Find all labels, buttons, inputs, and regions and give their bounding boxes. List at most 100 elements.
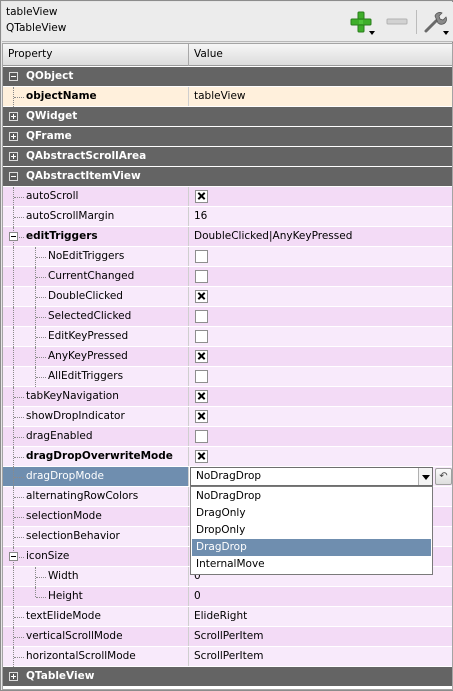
checkbox[interactable]: [195, 370, 208, 383]
property-value-cell[interactable]: [190, 247, 452, 266]
property-value-cell[interactable]: [190, 387, 452, 406]
column-header-property[interactable]: Property: [3, 44, 189, 66]
tree-line: [14, 657, 24, 658]
table-header: Property Value: [3, 44, 452, 66]
checkbox[interactable]: [195, 330, 208, 343]
checkbox[interactable]: [195, 450, 208, 463]
dropdown-option-dragdrop[interactable]: DragDrop: [192, 539, 431, 556]
column-header-value[interactable]: Value: [189, 44, 452, 66]
property-value-cell[interactable]: [190, 347, 452, 366]
group-row-qabstractitemview[interactable]: QAbstractItemView: [3, 167, 452, 187]
group-label: QWidget: [26, 110, 78, 122]
add-dynamic-property-button[interactable]: [346, 8, 376, 36]
dropdown-option-nodragdrop[interactable]: NoDragDrop: [192, 488, 431, 505]
property-row-showdropindicator[interactable]: showDropIndicator: [3, 407, 452, 427]
checkbox[interactable]: [195, 390, 208, 403]
property-value-cell[interactable]: [190, 407, 452, 426]
checkbox[interactable]: [195, 310, 208, 323]
property-name-cell: Width: [3, 567, 189, 587]
property-value-cell[interactable]: tableView: [190, 87, 452, 106]
property-row-dragenabled[interactable]: dragEnabled: [3, 427, 452, 447]
property-row-height[interactable]: Height 0: [3, 587, 452, 607]
property-value-cell[interactable]: [190, 447, 452, 466]
expand-icon[interactable]: [9, 132, 18, 141]
property-value-cell[interactable]: [190, 267, 452, 286]
property-row-autoscroll[interactable]: autoScroll: [3, 187, 452, 207]
tree-line: [13, 567, 14, 587]
tree-line: [36, 277, 46, 278]
checkbox[interactable]: [195, 270, 208, 283]
checkbox[interactable]: [195, 190, 208, 203]
chevron-down-icon: [369, 31, 375, 35]
expand-icon[interactable]: [9, 152, 18, 161]
property-name-cell: CurrentChanged: [3, 267, 189, 287]
property-row-alledittriggers[interactable]: AllEditTriggers: [3, 367, 452, 387]
chevron-down-icon[interactable]: [418, 468, 432, 485]
property-value: DoubleClicked|AnyKeyPressed: [194, 230, 353, 242]
property-row-doubleclicked[interactable]: DoubleClicked: [3, 287, 452, 307]
property-label: AllEditTriggers: [48, 370, 124, 382]
property-label: verticalScrollMode: [26, 630, 123, 642]
group-row-qobject[interactable]: QObject: [3, 67, 452, 87]
toolbar-separator: [416, 10, 417, 34]
property-row-edittriggers[interactable]: editTriggers DoubleClicked|AnyKeyPressed: [3, 227, 452, 247]
tree-line: [14, 457, 24, 458]
checkbox[interactable]: [195, 290, 208, 303]
property-value-cell[interactable]: [190, 427, 452, 446]
property-name-cell: verticalScrollMode: [3, 627, 189, 647]
group-row-qframe[interactable]: QFrame: [3, 127, 452, 147]
property-row-objectname[interactable]: objectName tableView: [3, 87, 452, 107]
checkbox[interactable]: [195, 250, 208, 263]
tree-line: [14, 217, 24, 218]
property-row-selectedclicked[interactable]: SelectedClicked: [3, 307, 452, 327]
property-row-autoscrollmargin[interactable]: autoScrollMargin 16: [3, 207, 452, 227]
dropdown-option-dragonly[interactable]: DragOnly: [192, 505, 431, 522]
tree-line: [14, 197, 24, 198]
expand-icon[interactable]: [9, 112, 18, 121]
property-row-editkeypressed[interactable]: EditKeyPressed: [3, 327, 452, 347]
property-value-cell[interactable]: DoubleClicked|AnyKeyPressed: [190, 227, 452, 246]
property-table[interactable]: Property Value QObject objectName tableVie…: [2, 43, 453, 690]
property-value-cell[interactable]: [190, 367, 452, 386]
group-row-qtableview[interactable]: QTableView: [3, 667, 452, 687]
dropdown-option-internalmove[interactable]: InternalMove: [192, 556, 431, 573]
expand-icon[interactable]: [9, 672, 18, 681]
collapse-icon[interactable]: [9, 232, 18, 241]
drag-drop-mode-combobox[interactable]: NoDragDrop: [190, 467, 433, 486]
checkbox[interactable]: [195, 430, 208, 443]
collapse-icon[interactable]: [9, 172, 18, 181]
configure-button[interactable]: [420, 8, 450, 36]
property-row-dragdropoverwritemode[interactable]: dragDropOverwriteMode: [3, 447, 452, 467]
group-row-qwidget[interactable]: QWidget: [3, 107, 452, 127]
reset-property-button[interactable]: ↶: [435, 468, 452, 485]
checkbox[interactable]: [195, 350, 208, 363]
group-row-qabstractscrollarea[interactable]: QAbstractScrollArea: [3, 147, 452, 167]
property-name-cell: autoScroll: [3, 187, 189, 207]
property-value-cell[interactable]: ElideRight: [190, 607, 452, 626]
remove-dynamic-property-button[interactable]: [384, 8, 410, 36]
property-row-dragdropmode[interactable]: dragDropMode NoDragDrop ↶: [3, 467, 452, 487]
tree-line: [13, 347, 14, 367]
dropdown-option-droponly[interactable]: DropOnly: [192, 522, 431, 539]
tree-line: [36, 357, 46, 358]
property-row-currentchanged[interactable]: CurrentChanged: [3, 267, 452, 287]
property-value-cell[interactable]: [190, 327, 452, 346]
property-value-cell[interactable]: 16: [190, 207, 452, 226]
property-value-cell[interactable]: ScrollPerItem: [190, 647, 452, 666]
property-label: CurrentChanged: [48, 270, 135, 282]
property-value-cell[interactable]: [190, 287, 452, 306]
checkbox[interactable]: [195, 410, 208, 423]
collapse-icon[interactable]: [9, 72, 18, 81]
property-row-textelidemode[interactable]: textElideMode ElideRight: [3, 607, 452, 627]
property-value-cell[interactable]: ScrollPerItem: [190, 627, 452, 646]
property-row-noedittriggers[interactable]: NoEditTriggers: [3, 247, 452, 267]
property-value-cell[interactable]: [190, 307, 452, 326]
collapse-icon[interactable]: [9, 552, 18, 561]
property-row-verticalscrollmode[interactable]: verticalScrollMode ScrollPerItem: [3, 627, 452, 647]
property-value-cell[interactable]: 0: [190, 587, 452, 606]
drag-drop-mode-dropdown-list[interactable]: NoDragDrop DragOnly DropOnly DragDrop Intern…: [190, 486, 433, 575]
property-row-horizontalscrollmode[interactable]: horizontalScrollMode ScrollPerItem: [3, 647, 452, 667]
property-row-tabkeynavigation[interactable]: tabKeyNavigation: [3, 387, 452, 407]
property-row-anykeypressed[interactable]: AnyKeyPressed: [3, 347, 452, 367]
property-value-cell[interactable]: [190, 187, 452, 206]
